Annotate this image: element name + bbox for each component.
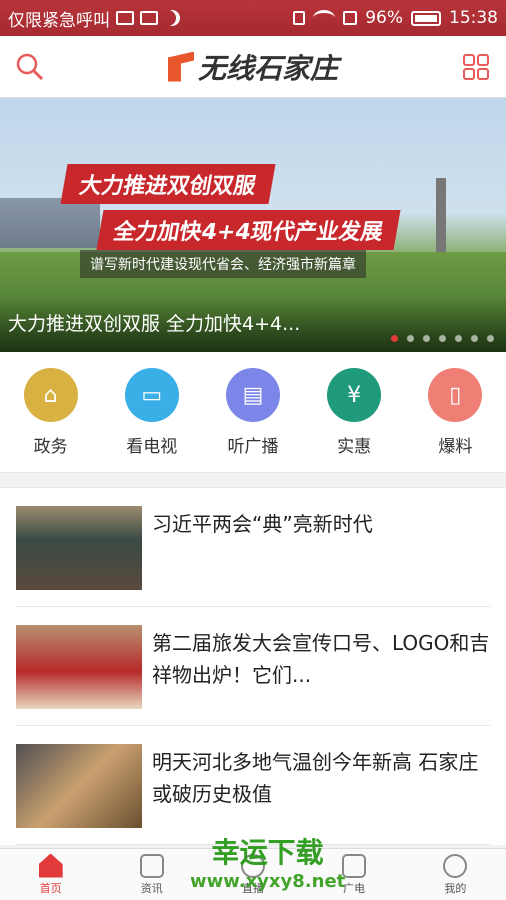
house-icon: ⌂ xyxy=(23,368,78,422)
shortcut-government[interactable]: ⌂ 政务 xyxy=(11,368,91,457)
battery-icon xyxy=(411,10,441,26)
shortcut-label: 看电视 xyxy=(126,437,178,457)
status-bar: 仅限紧急呼叫 96% 15:38 xyxy=(0,0,506,36)
moon-icon xyxy=(164,10,180,26)
carrier-text: 仅限紧急呼叫 xyxy=(8,10,110,31)
sim-icon xyxy=(343,11,358,25)
app-logo: 无线石家庄 xyxy=(167,47,338,87)
shortcut-radio[interactable]: ▤ 听广播 xyxy=(213,368,293,457)
app-header: 无线石家庄 xyxy=(0,36,506,98)
grid-menu-button[interactable] xyxy=(460,51,492,83)
tab-label: 直播 xyxy=(241,881,264,895)
news-item[interactable]: 明天河北多地气温创今年新高 石家庄或破历史极值 xyxy=(16,726,490,845)
status-right: 96% 15:38 xyxy=(293,8,498,28)
tab-home[interactable]: 首页 xyxy=(21,853,81,896)
shortcut-deals[interactable]: ¥ 实惠 xyxy=(314,368,394,457)
vibrate-icon xyxy=(293,11,306,25)
banner-carousel[interactable]: 大力推进双创双服 全力加快4+4现代产业发展 谱写新时代建设现代省会、经济强市新… xyxy=(0,98,506,352)
news-title: 习近平两会“典”亮新时代 xyxy=(152,512,373,536)
tab-news[interactable]: 资讯 xyxy=(122,853,182,896)
news-thumbnail xyxy=(16,506,142,590)
news-list: 习近平两会“典”亮新时代 第二届旅发大会宣传口号、LOGO和吉祥物出炉！它们..… xyxy=(0,488,506,845)
newspaper-icon xyxy=(139,853,164,878)
shortcut-label: 爆料 xyxy=(438,437,473,457)
tab-profile[interactable]: 我的 xyxy=(425,853,485,896)
carousel-indicator xyxy=(391,335,494,342)
radio-icon: ▤ xyxy=(225,368,280,422)
news-item[interactable]: 第二届旅发大会宣传口号、LOGO和吉祥物出炉！它们... xyxy=(16,607,490,726)
section-divider xyxy=(0,472,506,488)
news-item[interactable]: 习近平两会“典”亮新时代 xyxy=(16,488,490,607)
shortcut-label: 实惠 xyxy=(337,437,372,457)
banner-caption: 大力推进双创双服 全力加快4+4... xyxy=(8,313,301,335)
status-left: 仅限紧急呼叫 xyxy=(8,6,293,31)
clock: 15:38 xyxy=(449,8,498,28)
banner-headline-2: 全力加快4+4现代产业发展 xyxy=(96,210,401,250)
book-icon: ▯ xyxy=(428,368,483,422)
play-icon xyxy=(240,853,265,878)
logo-text: 无线石家庄 xyxy=(197,51,338,85)
news-title: 第二届旅发大会宣传口号、LOGO和吉祥物出炉！它们... xyxy=(152,631,490,687)
tv-icon: ▭ xyxy=(124,368,179,422)
carousel-dot[interactable] xyxy=(471,335,478,342)
tab-label: 广电 xyxy=(343,881,366,895)
tab-broadcast[interactable]: 广电 xyxy=(324,853,384,896)
carousel-dot[interactable] xyxy=(487,335,494,342)
carousel-dot[interactable] xyxy=(423,335,430,342)
news-thumbnail xyxy=(16,625,142,709)
grid-icon xyxy=(462,53,489,80)
news-title: 明天河北多地气温创今年新高 石家庄或破历史极值 xyxy=(152,750,479,806)
search-button[interactable] xyxy=(14,51,46,83)
wifi-icon xyxy=(313,10,336,26)
shortcut-label: 听广播 xyxy=(227,437,279,457)
search-icon xyxy=(16,53,44,80)
battery-percent: 96% xyxy=(365,8,403,28)
banner-city-image xyxy=(0,198,100,248)
news-thumbnail xyxy=(16,744,142,828)
carousel-dot[interactable] xyxy=(439,335,446,342)
home-icon xyxy=(38,853,63,878)
keyboard-icon xyxy=(140,11,158,25)
tab-label: 首页 xyxy=(39,881,62,895)
logo-mark-icon xyxy=(167,51,194,82)
carousel-dot[interactable] xyxy=(407,335,414,342)
shortcut-row: ⌂ 政务 ▭ 看电视 ▤ 听广播 ¥ 实惠 ▯ 爆料 xyxy=(0,352,506,472)
tab-live[interactable]: 直播 xyxy=(223,853,283,896)
tab-label: 资讯 xyxy=(140,881,163,895)
moneybag-icon: ¥ xyxy=(327,368,382,422)
music-icon xyxy=(342,853,367,878)
bottom-tab-bar: 首页 资讯 直播 广电 我的 xyxy=(0,848,506,900)
banner-headline-3: 谱写新时代建设现代省会、经济强市新篇章 xyxy=(80,250,366,278)
banner-headline-1: 大力推进双创双服 xyxy=(60,164,276,204)
shortcut-tipoff[interactable]: ▯ 爆料 xyxy=(415,368,495,457)
carousel-dot[interactable] xyxy=(455,335,462,342)
image-icon xyxy=(116,11,134,25)
tab-label: 我的 xyxy=(444,881,467,895)
user-icon xyxy=(443,853,468,878)
shortcut-label: 政务 xyxy=(33,437,68,457)
carousel-dot[interactable] xyxy=(391,335,398,342)
shortcut-tv[interactable]: ▭ 看电视 xyxy=(112,368,192,457)
